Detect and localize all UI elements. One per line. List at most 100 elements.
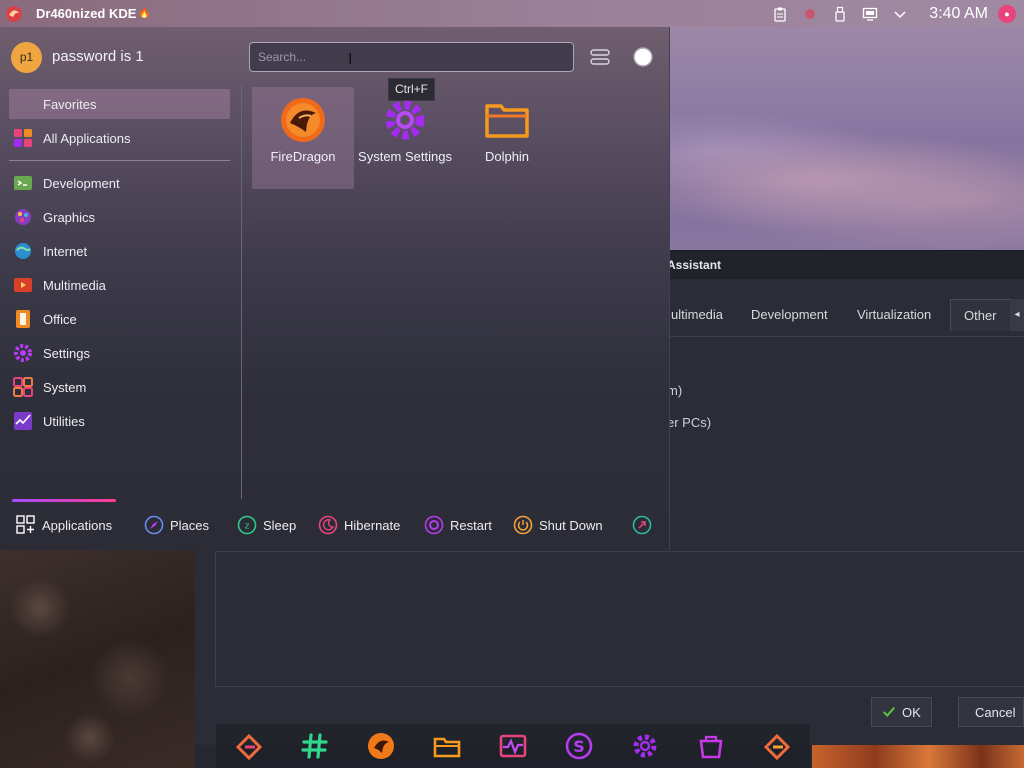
active-tab-indicator — [12, 499, 116, 502]
garuda-icon[interactable] — [231, 728, 267, 764]
clipboard-icon[interactable] — [769, 3, 791, 25]
sidebar-item-label: Multimedia — [43, 277, 106, 293]
favorite-label: Dolphin — [484, 149, 530, 164]
hashtag-icon[interactable] — [297, 728, 333, 764]
sidebar-item-label: Office — [43, 311, 77, 327]
divider — [9, 160, 230, 161]
system-monitor-icon[interactable] — [495, 728, 531, 764]
favorite-label: FireDragon — [270, 149, 336, 164]
sidebar-item-internet[interactable]: Internet — [9, 236, 230, 266]
checkmark-icon — [883, 706, 896, 718]
dolphin-folder-icon — [485, 104, 529, 138]
favorite-dolphin[interactable]: Dolphin — [456, 87, 558, 189]
wallpaper-rocks — [0, 548, 195, 768]
avatar[interactable]: p1 — [11, 42, 42, 73]
tab-places[interactable]: Places — [144, 510, 209, 540]
folder-icon[interactable] — [429, 728, 465, 764]
chevron-down-icon[interactable] — [889, 3, 911, 25]
pin-icon[interactable] — [631, 45, 655, 69]
tab-label: Places — [170, 517, 210, 533]
sleep-icon: z — [237, 515, 257, 535]
svg-text:z: z — [245, 522, 250, 532]
sidebar-item-favorites[interactable]: Favorites — [9, 89, 230, 119]
software-store-icon[interactable] — [693, 728, 729, 764]
shutdown-button[interactable]: Shut Down — [513, 510, 603, 540]
garuda-logo-icon[interactable] — [0, 0, 28, 27]
garuda-icon[interactable] — [759, 728, 795, 764]
star-icon — [12, 93, 34, 115]
sleep-button[interactable]: z Sleep — [237, 510, 296, 540]
search-input[interactable] — [249, 42, 574, 72]
sidebar-item-label: Internet — [43, 243, 88, 259]
usb-device-icon[interactable] — [829, 3, 851, 25]
multimedia-icon — [12, 274, 34, 296]
tab-scroll-left-button[interactable]: ◂ — [1010, 299, 1024, 331]
leave-icon — [632, 515, 652, 535]
sidebar-item-label: Development — [43, 175, 120, 191]
favorite-label: System Settings — [358, 149, 452, 164]
sidebar-item-label: Utilities — [43, 413, 85, 429]
restart-icon — [424, 515, 444, 535]
sidebar-item-development[interactable]: Development — [9, 168, 230, 198]
tab-virtualization[interactable]: Virtualization — [844, 299, 944, 331]
tab-other[interactable]: Other — [950, 299, 1011, 331]
sidebar-item-label: Settings — [43, 345, 90, 361]
wallpaper-rocks — [812, 745, 1024, 768]
dock: S — [216, 724, 810, 768]
sidebar-item-graphics[interactable]: Graphics — [9, 202, 230, 232]
favorite-system-settings[interactable]: System Settings — [354, 87, 456, 189]
tab-label: Applications — [42, 517, 113, 533]
sidebar-item-system[interactable]: System — [9, 372, 230, 402]
cancel-button[interactable]: Cancel — [958, 697, 1024, 727]
firedragon-icon[interactable] — [363, 728, 399, 764]
graphics-icon — [12, 206, 34, 228]
hibernate-label: Hibernate — [344, 517, 401, 533]
settings-icon[interactable] — [627, 728, 663, 764]
sidebar-item-multimedia[interactable]: Multimedia — [9, 270, 230, 300]
grid-icon — [12, 127, 34, 149]
tab-development[interactable]: Development — [738, 299, 841, 331]
restart-button[interactable]: Restart — [424, 510, 492, 540]
shutdown-label: Shut Down — [539, 517, 603, 533]
settings-icon — [12, 342, 34, 364]
system-icon — [12, 376, 34, 398]
sidebar-item-label: Favorites — [43, 96, 97, 112]
sleep-label: Sleep — [263, 517, 297, 533]
favorite-firedragon[interactable]: FireDragon — [252, 87, 354, 189]
internet-icon — [12, 240, 34, 262]
top-panel: Dr460nized KDE 🔥 3:40 AM ● — [0, 0, 1024, 27]
window-title: Dr460nized KDE — [36, 6, 137, 21]
tab-applications[interactable]: Applications — [16, 510, 112, 540]
restart-label: Restart — [450, 517, 492, 533]
user-switcher-icon[interactable]: ● — [998, 4, 1016, 23]
clock[interactable]: 3:40 AM — [929, 5, 988, 23]
compass-icon — [144, 515, 164, 535]
sidebar-item-settings[interactable]: Settings — [9, 338, 230, 368]
system-tray: 3:40 AM ● — [765, 0, 1024, 27]
ok-button[interactable]: OK — [871, 697, 932, 727]
power-icon — [513, 515, 533, 535]
notification-icon[interactable] — [799, 3, 821, 25]
sidebar-item-label: Graphics — [43, 209, 96, 225]
hibernate-button[interactable]: Hibernate — [318, 510, 400, 540]
octopi-icon[interactable]: S — [561, 728, 597, 764]
ok-label: OK — [902, 704, 921, 720]
applications-icon — [16, 515, 35, 534]
flame-icon: 🔥 — [138, 8, 151, 19]
username: password is 1 — [52, 48, 144, 65]
hibernate-icon — [318, 515, 338, 535]
sidebar-item-utilities[interactable]: Utilities — [9, 406, 230, 436]
details-panel — [215, 551, 1024, 687]
sidebar-item-office[interactable]: Office — [9, 304, 230, 334]
leave-button[interactable] — [632, 510, 658, 540]
launcher-header: p1 password is 1 I Ctrl+F — [0, 27, 670, 101]
sidebar-item-all-applications[interactable]: All Applications — [9, 123, 230, 153]
firedragon-icon — [281, 98, 325, 142]
network-icon[interactable] — [859, 3, 881, 25]
system-settings-icon — [385, 100, 425, 140]
configure-icon[interactable] — [588, 45, 612, 69]
svg-text:S: S — [573, 737, 585, 756]
divider — [241, 85, 242, 499]
sidebar-item-label: System — [43, 379, 87, 395]
text-cursor-icon: I — [348, 51, 353, 68]
